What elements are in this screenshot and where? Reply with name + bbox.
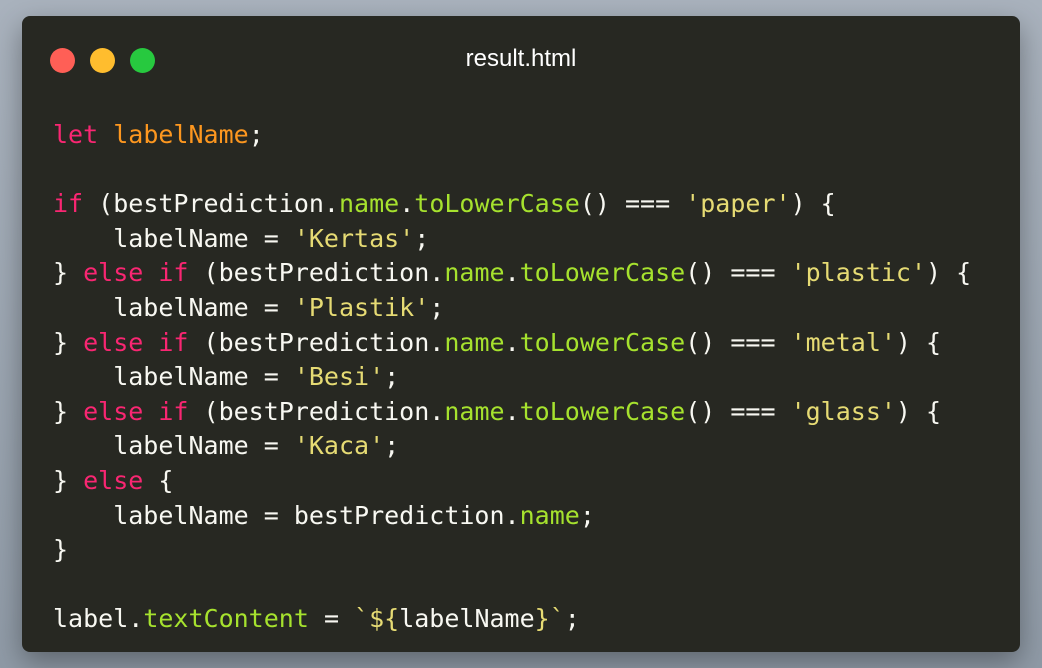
code-line: labelName = 'Besi'; <box>53 360 1020 395</box>
code-token-plain: . <box>504 327 520 357</box>
code-token-plain: ) { <box>790 189 836 219</box>
code-line: } else if (bestPrediction.name.toLowerCa… <box>53 326 1020 361</box>
code-token-keyword: else if <box>83 396 189 426</box>
code-token-plain: } <box>53 258 84 288</box>
code-token-keyword: else <box>83 465 144 495</box>
code-token-plain: ; <box>429 292 445 322</box>
code-token-plain: labelName = <box>53 223 294 253</box>
code-token-plain: } <box>53 396 84 426</box>
code-token-prop: textContent <box>143 604 309 634</box>
code-token-keyword: else if <box>83 258 189 288</box>
code-token-prop: name <box>519 500 580 530</box>
code-window: result.html let labelName; if (bestPredic… <box>22 16 1020 652</box>
code-token-string: }` <box>534 604 565 634</box>
code-token-prop: name <box>444 396 505 426</box>
code-token-plain: } <box>53 465 84 495</box>
code-token-string: 'plastic' <box>790 258 927 288</box>
code-token-plain: ) { <box>895 396 942 426</box>
code-token-plain: ; <box>414 223 430 253</box>
code-token-plain: labelName = <box>53 292 294 322</box>
code-token-string: 'Besi' <box>293 362 385 392</box>
code-token-plain: ) { <box>895 327 942 357</box>
code-line: let labelName; <box>53 118 1020 153</box>
code-token-plain: } <box>53 327 84 357</box>
code-token-plain: = <box>308 604 355 634</box>
code-token-string: 'Kaca' <box>293 431 385 461</box>
code-token-plain: ) { <box>926 258 972 288</box>
code-token-string: `${ <box>354 604 400 634</box>
code-token-prop: toLowerCase <box>519 258 686 288</box>
code-token-keyword: let <box>53 120 99 149</box>
code-token-plain: (bestPrediction. <box>188 396 445 426</box>
code-token-prop: name <box>444 327 505 357</box>
code-token-plain: () === <box>579 189 686 219</box>
code-token-string: 'Plastik' <box>293 292 430 322</box>
code-token-prop: toLowerCase <box>414 189 580 219</box>
code-line: } <box>53 533 1020 568</box>
code-token-plain: (bestPrediction. <box>188 258 445 288</box>
code-token-plain: labelName = <box>53 362 294 392</box>
code-token-plain: () === <box>685 396 791 426</box>
code-line: labelName = bestPrediction.name; <box>53 499 1020 534</box>
code-token-string: 'metal' <box>790 327 896 357</box>
code-line: } else if (bestPrediction.name.toLowerCa… <box>53 256 1020 291</box>
code-token-plain: label. <box>53 604 144 634</box>
code-block: let labelName; if (bestPrediction.name.to… <box>53 118 1020 637</box>
code-token-string: 'Kertas' <box>293 223 415 253</box>
code-token-plain: ; <box>248 120 264 149</box>
code-token-prop: name <box>338 189 400 219</box>
code-token-keyword: else if <box>83 327 189 357</box>
code-line: if (bestPrediction.name.toLowerCase() ==… <box>53 187 1020 222</box>
code-line: label.textContent = `${labelName}`; <box>53 602 1020 637</box>
code-token-prop: name <box>444 258 505 288</box>
code-token-plain: { <box>143 465 174 495</box>
code-token-plain: labelName = <box>53 431 294 461</box>
code-token-plain: () === <box>685 258 791 288</box>
code-token-plain: } <box>53 535 69 565</box>
code-token-plain: (bestPrediction. <box>83 189 339 219</box>
code-token-plain: labelName <box>399 604 535 634</box>
code-token-plain: ; <box>384 431 400 461</box>
code-token-keyword: if <box>53 189 84 219</box>
code-token-plain: . <box>504 258 520 288</box>
code-token-plain: ; <box>384 362 400 392</box>
code-token-prop: toLowerCase <box>519 327 686 357</box>
code-token-plain: ; <box>564 604 580 634</box>
code-line: labelName = 'Kaca'; <box>53 429 1020 464</box>
code-token-var: labelName <box>113 120 249 149</box>
code-token-plain: (bestPrediction. <box>188 327 445 357</box>
code-token-string: 'glass' <box>790 396 896 426</box>
title-bar: result.html <box>22 16 1020 104</box>
code-token-plain: . <box>399 189 415 219</box>
code-line: } else if (bestPrediction.name.toLowerCa… <box>53 395 1020 430</box>
code-line: labelName = 'Plastik'; <box>53 291 1020 326</box>
code-token-prop: toLowerCase <box>519 396 686 426</box>
code-token-plain: () === <box>685 327 791 357</box>
code-token-plain: ; <box>579 500 595 530</box>
code-line: } else { <box>53 464 1020 499</box>
code-token-plain: . <box>504 396 520 426</box>
window-title: result.html <box>465 45 577 72</box>
code-token-plain: labelName = bestPrediction. <box>53 500 520 530</box>
code-token-string: 'paper' <box>685 189 791 219</box>
code-line: labelName = 'Kertas'; <box>53 222 1020 257</box>
